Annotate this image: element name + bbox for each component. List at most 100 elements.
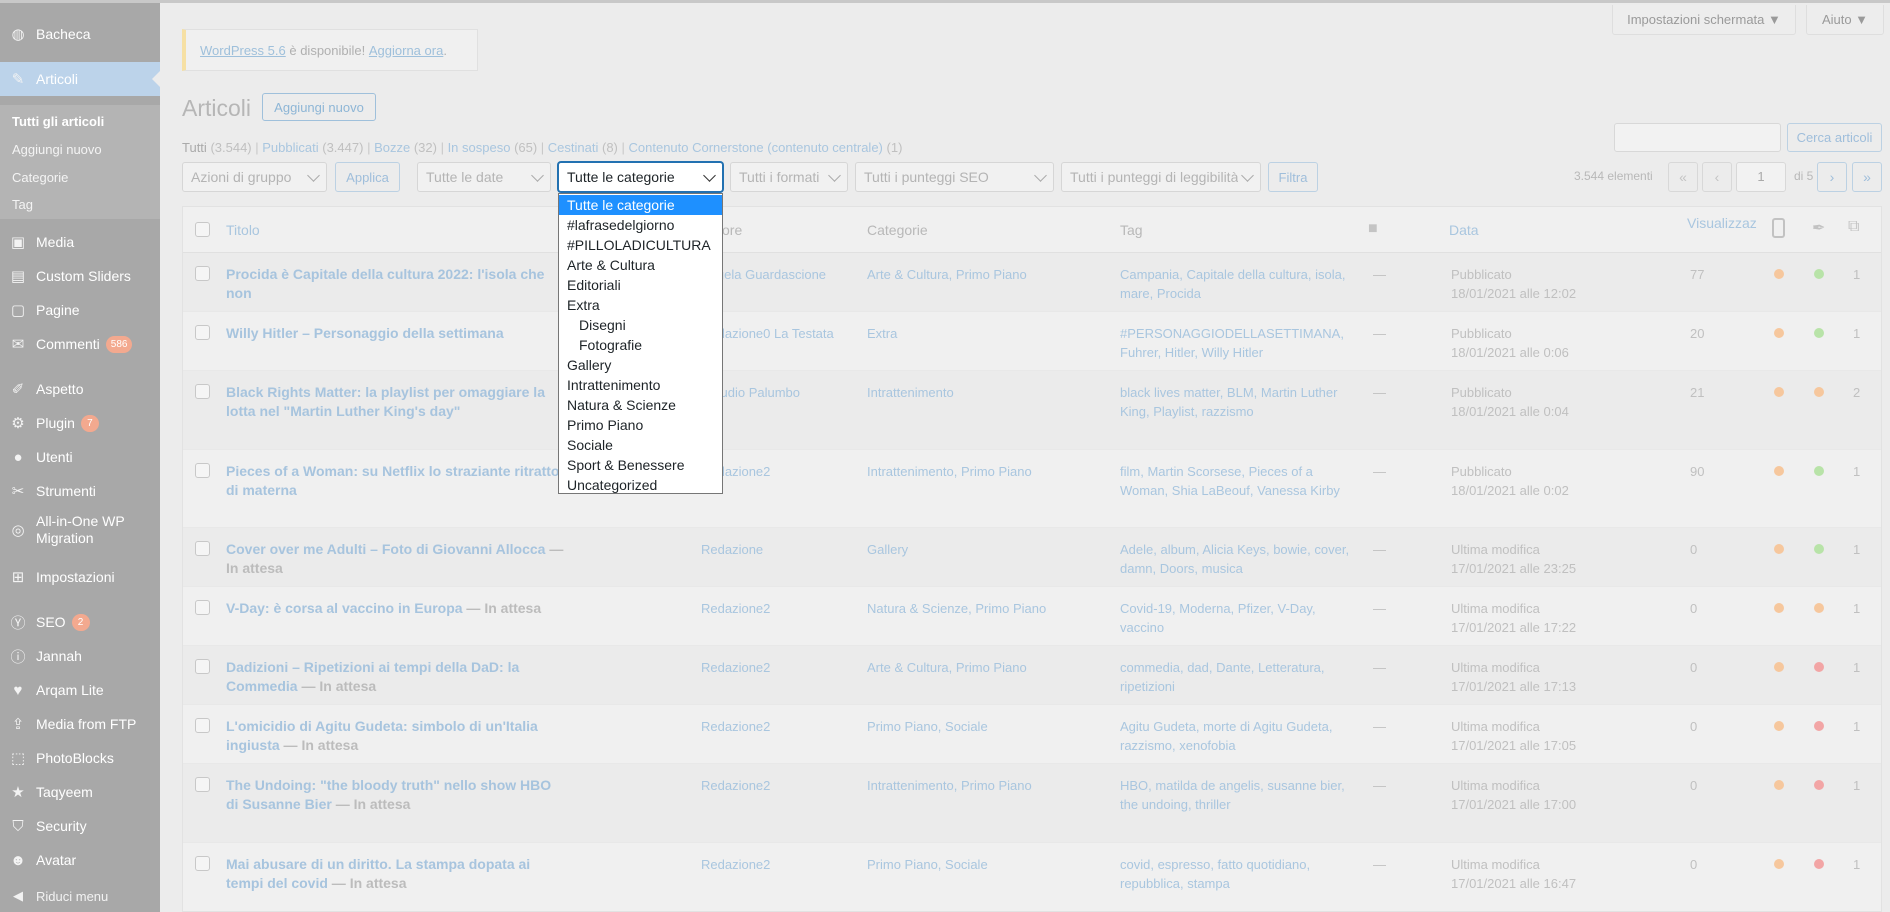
date-filter-select[interactable]: Tutte le date xyxy=(417,162,551,192)
format-filter-select[interactable]: Tutti i formati xyxy=(730,162,848,192)
select-all-checkbox[interactable] xyxy=(195,222,210,237)
prev-page-button[interactable]: ‹ xyxy=(1702,162,1732,192)
view-4[interactable]: Cestinati (8) xyxy=(548,140,618,155)
category-option[interactable]: #PILLOLADICULTURA xyxy=(559,235,722,255)
sidebar-item-jannah[interactable]: ⓘ Jannah xyxy=(0,641,160,671)
post-title-link[interactable]: L'omicidio di Agitu Gudeta: simbolo di u… xyxy=(226,717,566,755)
row-checkbox[interactable] xyxy=(195,856,210,871)
category-option[interactable]: Sport & Benessere xyxy=(559,455,722,475)
post-title-link[interactable]: Dadizioni – Ripetizioni ai tempi della D… xyxy=(226,658,566,696)
post-categories[interactable]: Intrattenimento xyxy=(867,383,1107,402)
submenu-tutti-gli-articoli[interactable]: Tutti gli articoli xyxy=(12,114,104,129)
view-1[interactable]: Pubblicati (3.447) xyxy=(262,140,363,155)
update-now-link[interactable]: Aggiorna ora xyxy=(369,43,443,58)
post-author[interactable]: Redazione2 xyxy=(701,658,851,677)
view-2[interactable]: Bozze (32) xyxy=(374,140,437,155)
bulk-actions-select[interactable]: Azioni di gruppo xyxy=(182,162,327,192)
row-checkbox[interactable] xyxy=(195,541,210,556)
category-option[interactable]: Natura & Scienze xyxy=(559,395,722,415)
post-author[interactable]: Redazione2 xyxy=(701,599,851,618)
submenu-tag[interactable]: Tag xyxy=(12,197,33,212)
screen-options-button[interactable]: Impostazioni schermata ▼ xyxy=(1612,5,1796,35)
view-0[interactable]: Tutti (3.544) xyxy=(182,140,252,155)
post-title-link[interactable]: V-Day: è corsa al vaccino in Europa — In… xyxy=(226,599,566,618)
post-categories[interactable]: Arte & Cultura, Primo Piano xyxy=(867,265,1107,284)
sidebar-item-custom-sliders[interactable]: ▤ Custom Sliders xyxy=(0,261,160,291)
post-author[interactable]: Redazione xyxy=(701,540,851,559)
current-page-input[interactable]: 1 xyxy=(1736,162,1786,192)
sidebar-item-arqam[interactable]: ♥ Arqam Lite xyxy=(0,675,160,705)
links-icon[interactable]: ⧉ xyxy=(1848,218,1859,236)
column-date[interactable]: Data xyxy=(1449,222,1479,238)
category-option[interactable]: Arte & Cultura xyxy=(559,255,722,275)
sidebar-item-seo[interactable]: Ⓨ SEO 2 xyxy=(0,607,160,637)
sidebar-item-bacheca[interactable]: ◍ Bacheca xyxy=(0,19,160,49)
post-tags[interactable]: HBO, matilda de angelis, susanne bier, t… xyxy=(1120,776,1350,814)
post-categories[interactable]: Intrattenimento, Primo Piano xyxy=(867,462,1107,481)
post-title-link[interactable]: Procida è Capitale della cultura 2022: l… xyxy=(226,265,566,303)
wordpress-version-link[interactable]: WordPress 5.6 xyxy=(200,43,286,58)
sidebar-item-photoblocks[interactable]: ⬚ PhotoBlocks xyxy=(0,743,160,773)
category-option[interactable]: Extra xyxy=(559,295,722,315)
post-author[interactable]: Redazione2 xyxy=(701,717,851,736)
submenu-aggiungi-nuovo[interactable]: Aggiungi nuovo xyxy=(12,142,102,157)
category-option[interactable]: Intrattenimento xyxy=(559,375,722,395)
post-author[interactable]: Angela Guardascione xyxy=(701,265,851,284)
sidebar-item-articoli[interactable]: ✎ Articoli xyxy=(0,62,160,96)
category-option[interactable]: #lafrasedelgiorno xyxy=(559,215,722,235)
post-categories[interactable]: Arte & Cultura, Primo Piano xyxy=(867,658,1107,677)
filter-button[interactable]: Filtra xyxy=(1268,162,1318,192)
sidebar-item-media[interactable]: ▣ Media xyxy=(0,227,160,257)
seo-score-filter-select[interactable]: Tutti i punteggi SEO xyxy=(855,162,1054,192)
search-posts-button[interactable]: Cerca articoli xyxy=(1787,123,1882,152)
post-categories[interactable]: Primo Piano, Sociale xyxy=(867,717,1107,736)
post-tags[interactable]: Campania, Capitale della cultura, isola,… xyxy=(1120,265,1350,303)
seo-score-icon[interactable] xyxy=(1772,218,1785,238)
category-option[interactable]: Uncategorized xyxy=(559,475,722,495)
next-page-button[interactable]: › xyxy=(1817,162,1847,192)
post-tags[interactable]: #PERSONAGGIODELLASETTIMANA, Fuhrer, Hitl… xyxy=(1120,324,1350,362)
sidebar-item-media-ftp[interactable]: ⇪ Media from FTP xyxy=(0,709,160,739)
sidebar-item-security[interactable]: ⛉ Security xyxy=(0,811,160,841)
apply-button[interactable]: Applica xyxy=(335,162,400,192)
row-checkbox[interactable] xyxy=(195,266,210,281)
post-title-link[interactable]: Cover over me Adulti – Foto di Giovanni … xyxy=(226,540,566,578)
post-tags[interactable]: commedia, dad, Dante, Letteratura, ripet… xyxy=(1120,658,1350,696)
post-author[interactable]: Redazione2 xyxy=(701,776,851,795)
search-input[interactable] xyxy=(1614,123,1781,152)
post-categories[interactable]: Intrattenimento, Primo Piano xyxy=(867,776,1107,795)
post-categories[interactable]: Natura & Scienze, Primo Piano xyxy=(867,599,1107,618)
category-option[interactable]: Tutte le categorie xyxy=(559,195,722,215)
row-checkbox[interactable] xyxy=(195,659,210,674)
help-button[interactable]: Aiuto ▼ xyxy=(1806,5,1884,35)
sidebar-item-avatar[interactable]: ☻ Avatar xyxy=(0,845,160,875)
post-tags[interactable]: covid, espresso, fatto quotidiano, repub… xyxy=(1120,855,1350,893)
category-option[interactable]: Sociale xyxy=(559,435,722,455)
row-checkbox[interactable] xyxy=(195,384,210,399)
sidebar-item-commenti[interactable]: ✉ Commenti 586 xyxy=(0,329,160,359)
post-title-link[interactable]: Pieces of a Woman: su Netflix lo strazia… xyxy=(226,462,566,500)
post-tags[interactable]: black lives matter, BLM, Martin Luther K… xyxy=(1120,383,1350,421)
post-tags[interactable]: Adele, album, Alicia Keys, bowie, cover,… xyxy=(1120,540,1350,578)
post-title-link[interactable]: Mai abusare di un diritto. La stampa dop… xyxy=(226,855,566,893)
readability-filter-select[interactable]: Tutti i punteggi di leggibilità xyxy=(1061,162,1261,192)
view-5[interactable]: Contenuto Cornerstone (contenuto central… xyxy=(629,140,903,155)
post-categories[interactable]: Gallery xyxy=(867,540,1107,559)
first-page-button[interactable]: « xyxy=(1668,162,1698,192)
post-tags[interactable]: Covid-19, Moderna, Pfizer, V-Day, vaccin… xyxy=(1120,599,1350,637)
category-option[interactable]: Gallery xyxy=(559,355,722,375)
post-title-link[interactable]: The Undoing: "the bloody truth" nello sh… xyxy=(226,776,566,814)
row-checkbox[interactable] xyxy=(195,718,210,733)
sidebar-item-impostazioni[interactable]: ⊞ Impostazioni xyxy=(0,562,160,592)
sidebar-item-plugin[interactable]: ⚙ Plugin 7 xyxy=(0,408,160,438)
row-checkbox[interactable] xyxy=(195,600,210,615)
category-option[interactable]: Disegni xyxy=(559,315,722,335)
sidebar-item-aiowpm[interactable]: ◎ All-in-One WP Migration xyxy=(0,510,160,550)
post-tags[interactable]: Agitu Gudeta, morte di Agitu Gudeta, raz… xyxy=(1120,717,1350,755)
post-author[interactable]: Redazione2 xyxy=(701,855,851,874)
sidebar-item-aspetto[interactable]: ✐ Aspetto xyxy=(0,374,160,404)
post-categories[interactable]: Primo Piano, Sociale xyxy=(867,855,1107,874)
submenu-categorie[interactable]: Categorie xyxy=(12,170,68,185)
add-new-post-button[interactable]: Aggiungi nuovo xyxy=(262,93,376,121)
collapse-menu-button[interactable]: ◀ Riduci menu xyxy=(0,883,160,909)
